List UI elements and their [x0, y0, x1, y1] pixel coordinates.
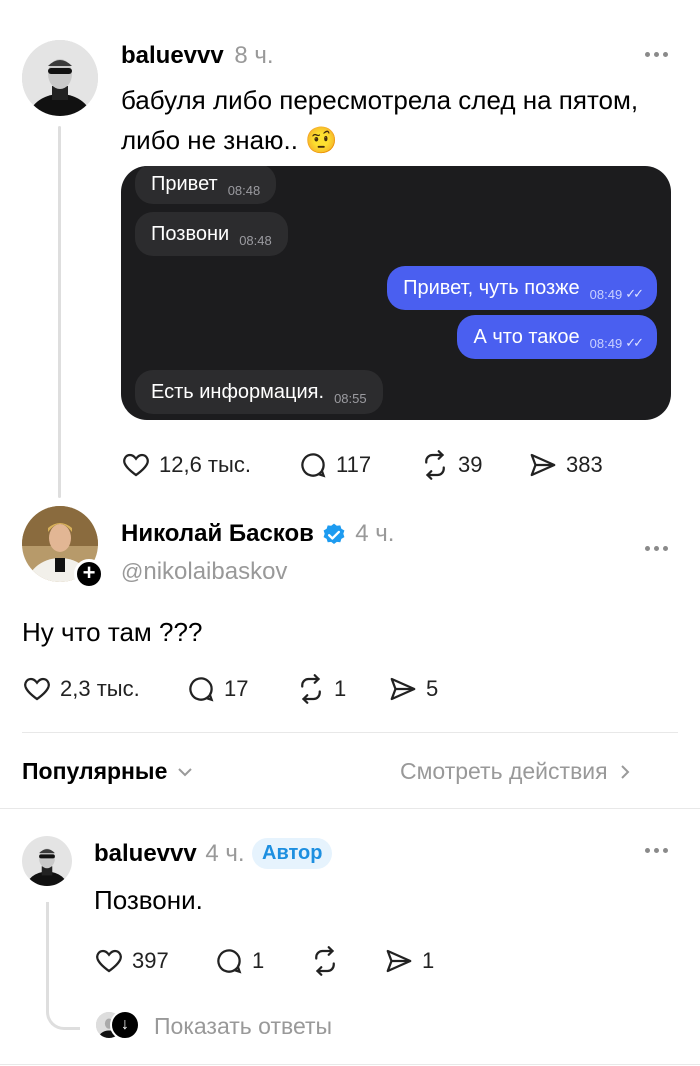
reply-avatars: ↓	[94, 1010, 140, 1042]
sort-dropdown[interactable]: Популярные	[22, 758, 195, 785]
chevron-right-icon	[620, 764, 630, 779]
share-count: 1	[422, 948, 435, 973]
threads-icon: @	[121, 559, 144, 584]
repost-button[interactable]: 39	[420, 450, 482, 480]
repost-button[interactable]	[310, 946, 340, 976]
heart-icon	[123, 453, 149, 477]
post-text: бабуля либо пересмотрела след на пятом, …	[121, 80, 638, 160]
comment-icon	[301, 453, 326, 478]
chat-screenshot-image[interactable]: Привет 08:48 Позвони 08:48 Привет, чуть по…	[121, 166, 671, 420]
like-count: 12,6 тыс.	[159, 452, 251, 477]
threads-handle[interactable]: @nikolaibaskov	[121, 558, 287, 586]
thread-connector	[46, 902, 80, 1030]
divider	[0, 1064, 700, 1065]
read-check-icon: ✓✓	[625, 286, 644, 301]
share-count: 5	[426, 676, 439, 701]
verified-badge-icon	[323, 523, 344, 544]
post-text-line: бабуля либо пересмотрела след на пятом,	[121, 85, 639, 115]
timestamp: 4 ч.	[205, 840, 245, 867]
more-options-button[interactable]	[645, 546, 668, 551]
timestamp: 4 ч.	[355, 520, 395, 547]
show-replies-button[interactable]: ↓ Показать ответы	[94, 1010, 332, 1042]
heart-icon	[24, 677, 50, 701]
comment-button[interactable]: 17	[186, 674, 248, 704]
read-check-icon: ✓✓	[625, 335, 644, 350]
comment-count: 17	[224, 676, 249, 701]
like-count: 397	[132, 948, 169, 973]
share-count: 383	[566, 452, 603, 477]
arrow-down-icon: ↓	[110, 1010, 140, 1040]
comment-button[interactable]: 117	[298, 450, 371, 480]
emoji: 🤨	[305, 125, 338, 155]
username[interactable]: baluevvv	[94, 840, 197, 867]
thread-line	[58, 126, 61, 498]
post-header: baluevvv 8 ч.	[121, 42, 274, 70]
chat-message: Привет, чуть позже 08:49 ✓✓	[387, 266, 657, 310]
more-options-button[interactable]	[645, 52, 668, 57]
avatar[interactable]	[22, 836, 72, 886]
post-text: Ну что там ???	[22, 617, 203, 647]
send-icon	[390, 677, 416, 701]
chat-message: Есть информация. 08:55	[135, 370, 383, 414]
divider	[22, 732, 678, 733]
repost-icon	[425, 450, 445, 480]
send-icon	[530, 453, 556, 477]
repost-button[interactable]: 1	[296, 674, 346, 704]
comment-count: 1	[252, 948, 265, 973]
reply-header: baluevvv 4 ч.	[94, 840, 245, 868]
divider	[0, 808, 700, 809]
follow-button[interactable]: +	[74, 559, 104, 589]
like-count: 2,3 тыс.	[60, 676, 140, 701]
comment-icon	[189, 677, 214, 702]
timestamp: 8 ч.	[234, 42, 274, 69]
sort-label: Популярные	[22, 758, 168, 784]
share-button[interactable]: 5	[388, 674, 438, 704]
view-activity-link[interactable]: Смотреть действия	[400, 758, 634, 785]
chat-message: Позвони 08:48	[135, 212, 288, 256]
share-button[interactable]: 1	[384, 946, 434, 976]
post-text-line: либо не знаю.. 🤨	[121, 125, 338, 155]
chevron-down-icon	[178, 767, 193, 776]
heart-icon	[96, 949, 122, 973]
repost-count: 39	[458, 452, 483, 477]
chat-message: Привет 08:48	[135, 166, 277, 204]
comment-icon	[217, 949, 242, 974]
comment-count: 117	[336, 452, 372, 477]
like-button[interactable]: 2,3 тыс.	[22, 674, 140, 704]
comment-button[interactable]: 1	[214, 946, 264, 976]
post-header: Николай Басков 4 ч.	[121, 520, 394, 548]
more-options-button[interactable]	[645, 848, 668, 853]
repost-icon	[301, 674, 321, 704]
like-button[interactable]: 397	[94, 946, 169, 976]
share-button[interactable]: 383	[528, 450, 603, 480]
reply-text: Позвони.	[94, 885, 203, 915]
repost-icon	[315, 946, 335, 976]
send-icon	[386, 949, 412, 973]
repost-count: 1	[334, 676, 347, 701]
like-button[interactable]: 12,6 тыс.	[121, 450, 251, 480]
author-badge: Автор	[252, 838, 333, 869]
username[interactable]: baluevvv	[121, 42, 224, 69]
show-replies-label: Показать ответы	[154, 1012, 333, 1039]
avatar[interactable]	[22, 40, 98, 116]
username[interactable]: Николай Басков	[121, 520, 314, 547]
chat-message: А что такое 08:49 ✓✓	[457, 315, 657, 359]
